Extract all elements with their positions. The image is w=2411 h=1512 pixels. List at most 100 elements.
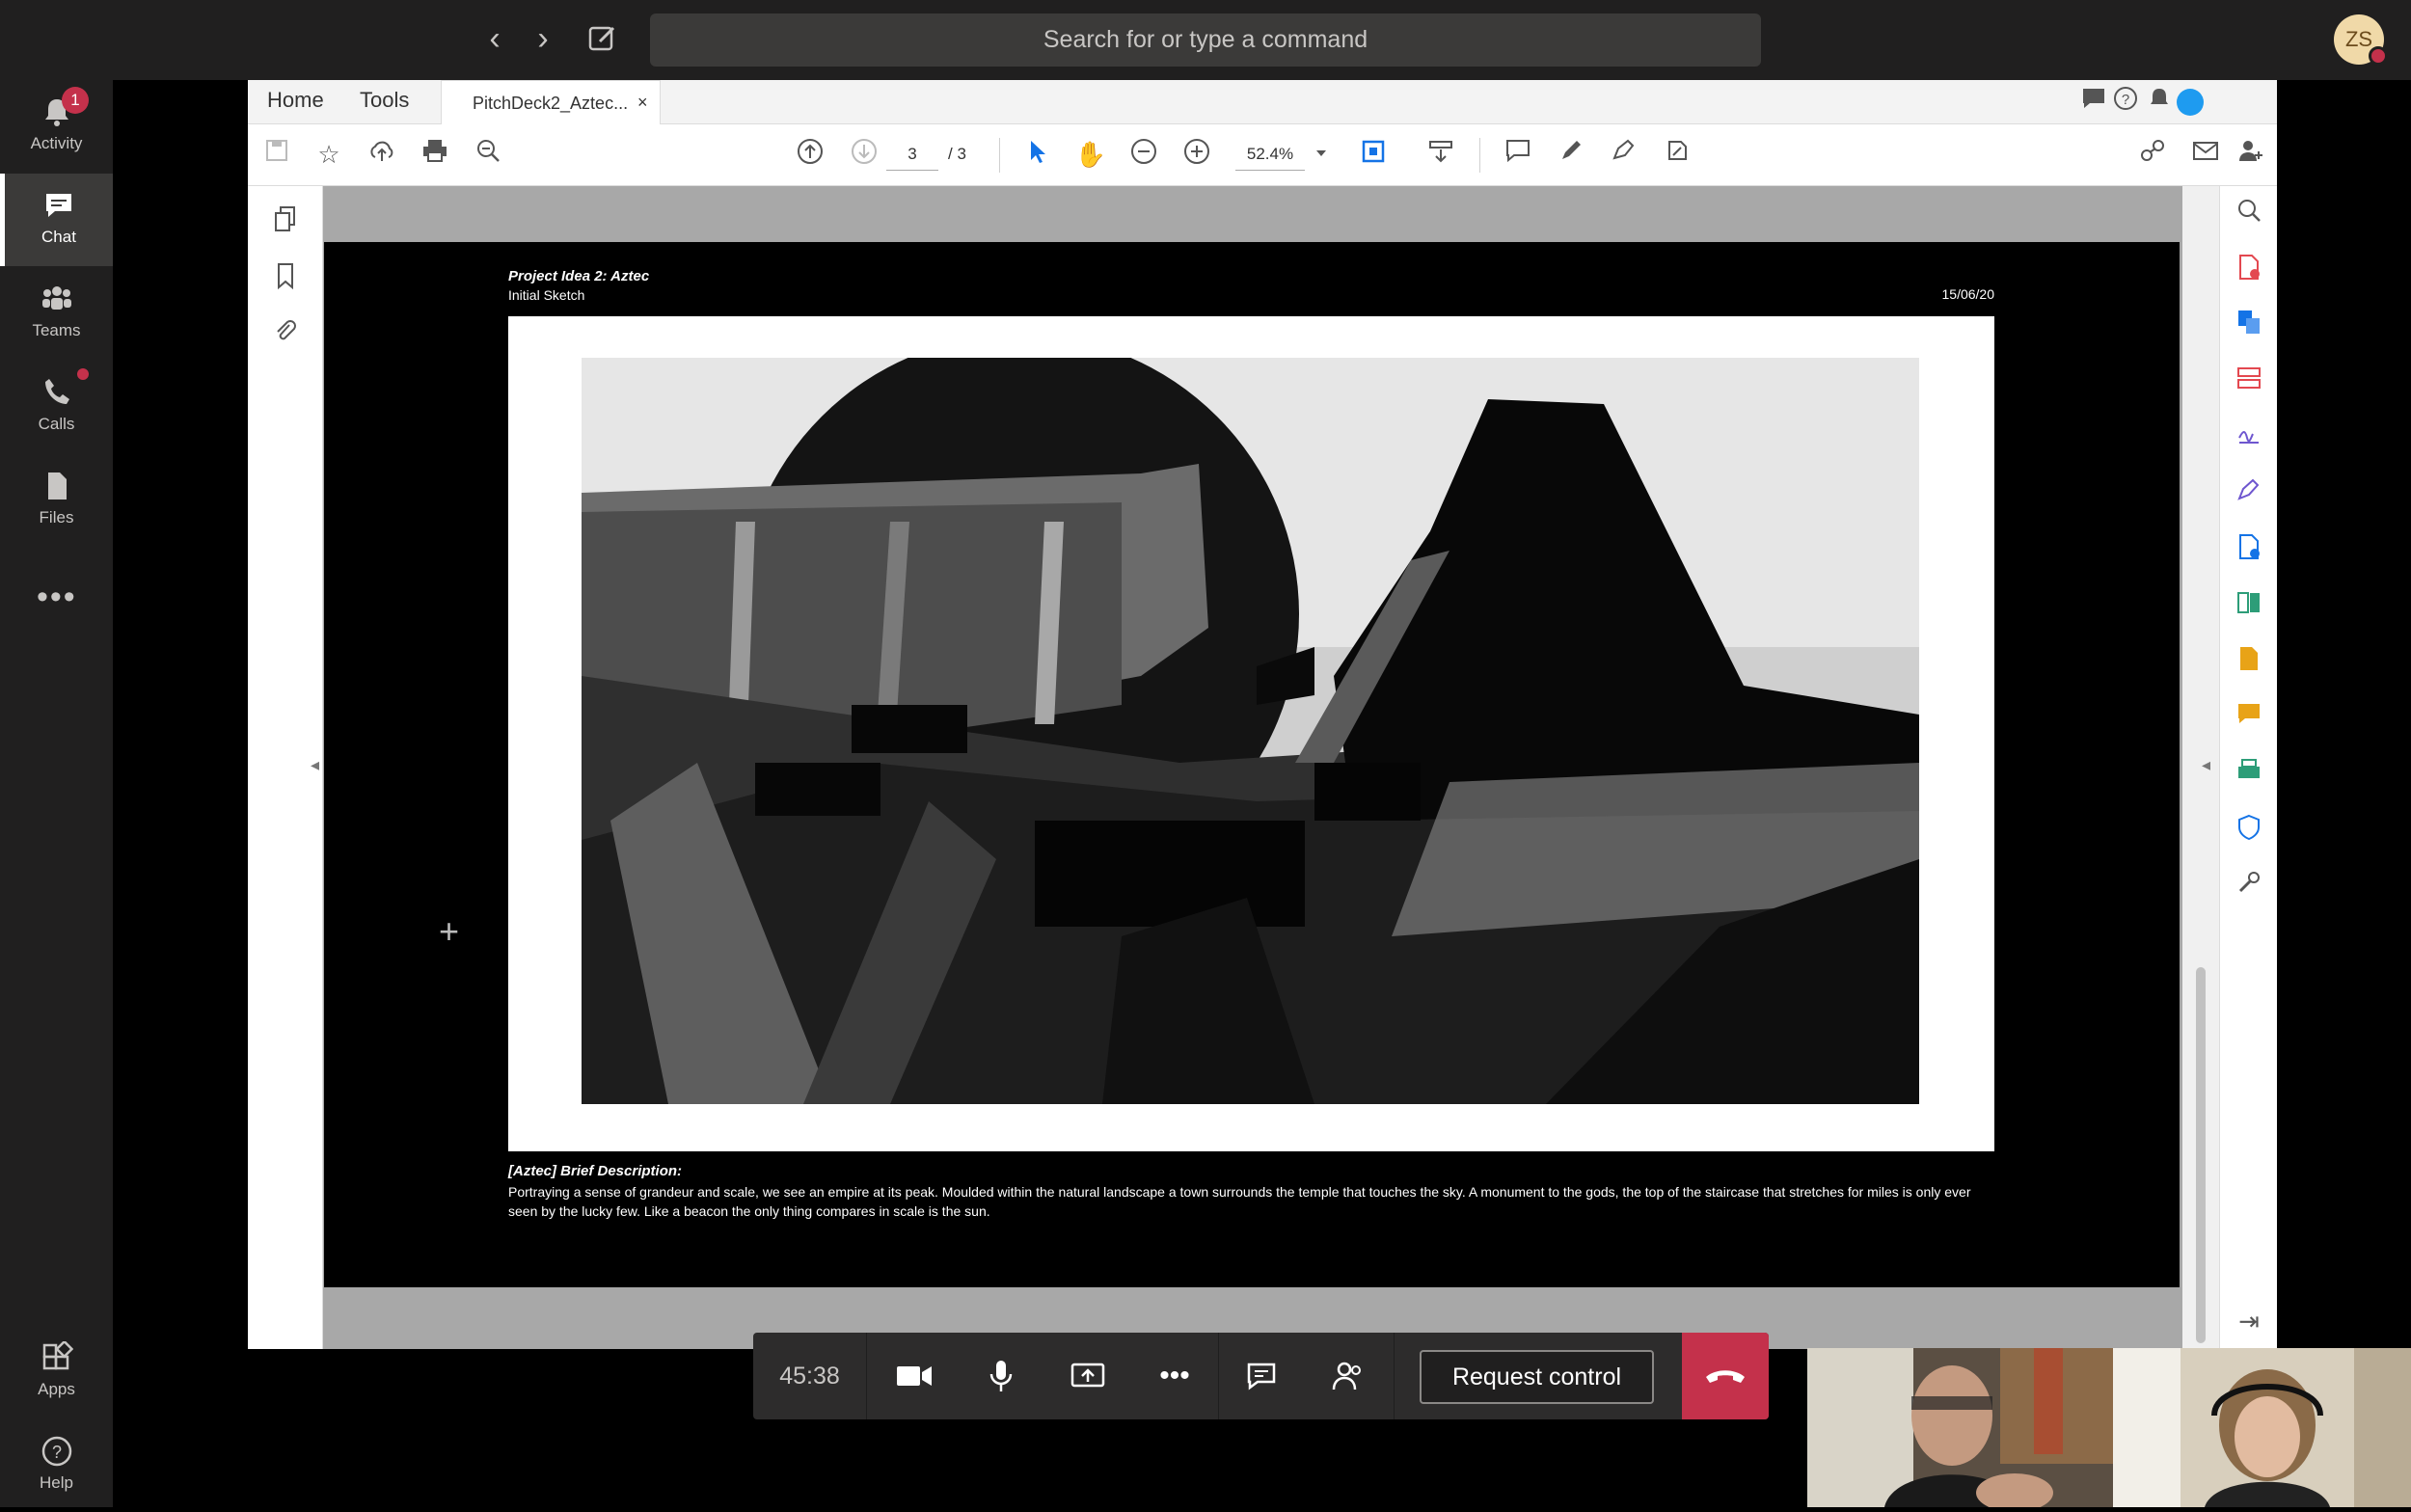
camera-icon[interactable] (871, 1333, 958, 1419)
more-apps-icon[interactable]: ••• (37, 579, 77, 616)
teams-top-bar: ‹ › Search for or type a command ZS (0, 0, 2411, 80)
attachment-icon[interactable] (269, 318, 302, 351)
svg-text:?: ? (51, 1443, 61, 1462)
collapse-left-pane-icon[interactable]: ◂ (311, 755, 319, 775)
protect-shield-icon[interactable] (2233, 814, 2265, 847)
acrobat-tab-bar: Home Tools PitchDeck2_Aztec... × ? (248, 80, 2277, 124)
chevron-down-icon[interactable] (1316, 150, 1326, 156)
compose-icon[interactable] (583, 19, 622, 58)
apps-icon (42, 1341, 73, 1370)
zoom-out-icon[interactable] (1127, 138, 1160, 171)
add-comment-icon[interactable] (1502, 138, 1534, 171)
brief-description-text: Portraying a sense of grandeur and scale… (508, 1184, 1971, 1219)
vertical-scrollbar[interactable]: ◂ (2182, 186, 2219, 1349)
toolbar-divider (999, 138, 1000, 173)
comments-icon[interactable] (2077, 86, 2110, 119)
page-title: Project Idea 2: Aztec (508, 268, 650, 284)
combine-files-icon[interactable] (2233, 309, 2265, 341)
bookmark-star-icon[interactable]: ☆ (312, 138, 345, 171)
rail-item-teams[interactable]: Teams (0, 267, 113, 360)
help-circle-icon[interactable]: ? (2109, 86, 2142, 119)
save-icon[interactable] (260, 138, 293, 171)
bookmark-icon[interactable] (269, 262, 302, 295)
zoom-in-icon[interactable] (1180, 138, 1213, 171)
menu-tools[interactable]: Tools (360, 88, 409, 113)
document-tab[interactable]: PitchDeck2_Aztec... (441, 80, 661, 124)
compare-files-icon[interactable] (2233, 589, 2265, 622)
calls-notification-dot (77, 368, 89, 380)
teams-icon (41, 286, 71, 310)
scroll-mode-icon[interactable] (1424, 138, 1457, 171)
prepare-form-icon[interactable] (2233, 645, 2265, 678)
hand-tool-icon[interactable]: ✋ (1074, 138, 1107, 171)
account-icon[interactable] (2177, 89, 2204, 116)
request-control-button[interactable]: Request control (1420, 1350, 1654, 1404)
scrollbar-thumb[interactable] (2196, 967, 2206, 1343)
next-page-icon[interactable] (848, 138, 880, 171)
search-tool-icon[interactable] (2233, 198, 2265, 230)
zoom-level-field[interactable]: 52.4% (1235, 138, 1305, 171)
add-person-icon[interactable] (2235, 138, 2267, 171)
page-thumbnails-icon[interactable] (269, 205, 302, 238)
chat-icon (46, 194, 71, 217)
highlight-pen-icon[interactable] (1555, 138, 1587, 171)
call-divider (1394, 1333, 1395, 1419)
toolbar-divider (1479, 138, 1480, 173)
status-busy-indicator (2369, 46, 2388, 66)
page-total: / 3 (948, 145, 966, 163)
back-icon[interactable]: ‹ (475, 19, 514, 58)
notification-bell-icon[interactable] (2143, 86, 2176, 119)
hang-up-button[interactable] (1682, 1333, 1769, 1419)
export-pdf-icon[interactable] (2233, 533, 2265, 566)
activity-badge: 1 (62, 87, 89, 114)
meeting-chat-icon[interactable] (1218, 1333, 1305, 1419)
tools-pane: ⇥ (2219, 186, 2277, 1349)
page-subtitle: Initial Sketch (508, 287, 585, 303)
rail-item-chat[interactable]: Chat (0, 174, 113, 266)
participants-icon[interactable] (1305, 1333, 1392, 1419)
request-signature-icon[interactable] (2233, 477, 2265, 510)
rail-item-apps[interactable]: Apps (0, 1326, 113, 1418)
search-input[interactable]: Search for or type a command (650, 14, 1761, 67)
participant-video-1[interactable] (1807, 1348, 2113, 1507)
share-screen-icon[interactable] (1044, 1333, 1131, 1419)
organize-pages-icon[interactable] (2233, 364, 2265, 397)
previous-page-icon[interactable] (794, 138, 826, 171)
upload-cloud-icon[interactable] (366, 138, 398, 171)
rail-label: Apps (38, 1380, 75, 1398)
comment-tool-icon[interactable] (2233, 701, 2265, 734)
file-icon (47, 472, 67, 500)
rail-item-files[interactable]: Files (0, 454, 113, 547)
close-tab-icon[interactable]: × (637, 80, 648, 124)
menu-home[interactable]: Home (267, 88, 324, 113)
page-fit-icon[interactable] (1357, 138, 1390, 171)
forward-icon[interactable]: › (524, 19, 562, 58)
more-options-icon[interactable]: ••• (1131, 1333, 1218, 1419)
zoom-search-icon[interactable] (472, 138, 504, 171)
rail-label: Teams (32, 321, 81, 339)
edit-pdf-icon[interactable] (1661, 138, 1693, 171)
acrobat-toolbar: ☆ 3 / 3 ✋ 52.4% (248, 124, 2277, 186)
print-production-icon[interactable] (2233, 758, 2265, 791)
crosshair-cursor-icon: + (439, 911, 460, 951)
aztec-sketch-image (582, 358, 1919, 1104)
microphone-icon[interactable] (958, 1333, 1044, 1419)
create-pdf-icon[interactable] (2233, 254, 2265, 286)
share-link-icon[interactable] (2136, 138, 2169, 171)
email-icon[interactable] (2189, 138, 2222, 171)
select-cursor-icon[interactable] (1021, 138, 1054, 171)
expand-pane-icon[interactable]: ⇥ (2233, 1305, 2265, 1337)
sign-icon[interactable] (1608, 138, 1640, 171)
hang-up-icon (1706, 1370, 1745, 1383)
print-icon[interactable] (419, 138, 451, 171)
fill-sign-icon[interactable] (2233, 420, 2265, 453)
rail-item-activity[interactable]: Activity (0, 80, 113, 173)
help-icon: ? (41, 1436, 71, 1467)
more-tools-icon[interactable] (2233, 870, 2265, 903)
rail-item-help[interactable]: ? Help (0, 1419, 113, 1512)
collapse-right-pane-icon[interactable]: ◂ (2202, 755, 2210, 775)
page-number-input[interactable]: 3 (886, 138, 938, 171)
rail-label: Calls (38, 415, 75, 433)
participant-video-2[interactable] (2113, 1348, 2411, 1507)
rail-item-calls[interactable]: Calls (0, 361, 113, 453)
